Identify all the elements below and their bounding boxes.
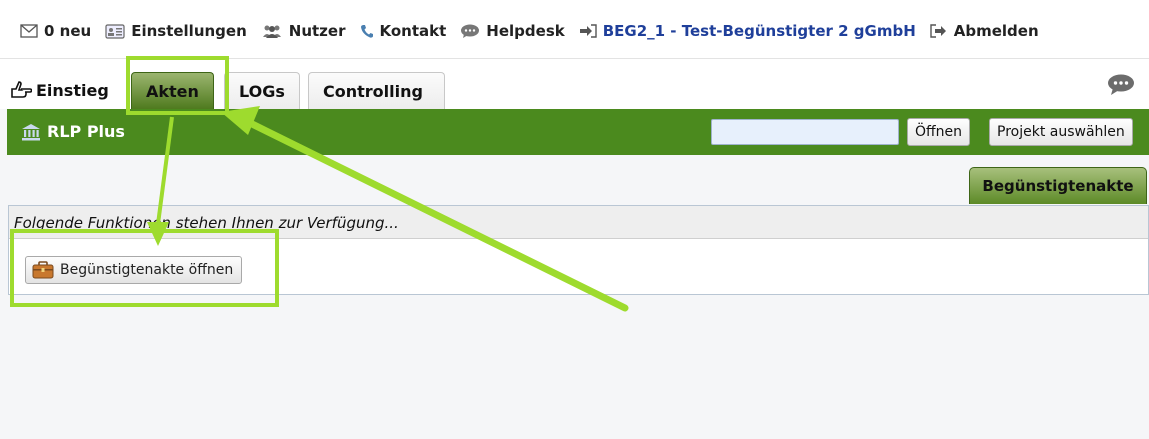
tab-label: LOGs	[239, 82, 285, 101]
current-user-label: BEG2_1 - Test-Begünstigter 2 gGmbH	[602, 22, 916, 40]
id-card-icon	[105, 23, 125, 39]
open-file-button[interactable]: Begünstigtenakte öffnen	[25, 256, 243, 284]
contact-link[interactable]: Kontakt	[360, 22, 447, 40]
functions-panel: Folgende Funktionen stehen Ihnen zur Ver…	[8, 205, 1149, 295]
settings-link[interactable]: Einstellungen	[105, 22, 247, 40]
messages-link[interactable]: 0 neu	[20, 22, 91, 40]
current-user-link[interactable]: BEG2_1 - Test-Begünstigter 2 gGmbH	[579, 22, 916, 40]
contact-label: Kontakt	[379, 22, 447, 40]
open-file-label: Begünstigtenakte öffnen	[60, 262, 234, 278]
chat-bubble-icon[interactable]	[1107, 74, 1135, 100]
logout-link[interactable]: Abmelden	[930, 22, 1039, 40]
envelope-icon	[20, 24, 38, 38]
users-link[interactable]: Nutzer	[261, 22, 346, 40]
tab-akten[interactable]: Akten	[131, 72, 214, 109]
project-search-input[interactable]	[711, 119, 899, 145]
logout-icon	[930, 24, 948, 38]
pointing-hand-icon	[10, 75, 33, 112]
tab-label: Controlling	[323, 82, 423, 101]
tab-label: Akten	[146, 82, 199, 101]
project-bar: RLP Plus Öffnen Projekt auswählen	[7, 109, 1149, 155]
panel-heading: Folgende Funktionen stehen Ihnen zur Ver…	[9, 206, 1148, 239]
chat-bubble-icon	[460, 24, 480, 39]
phone-icon	[360, 24, 374, 39]
project-title-label: RLP Plus	[47, 122, 125, 141]
helpdesk-label: Helpdesk	[486, 22, 565, 40]
helpdesk-link[interactable]: Helpdesk	[460, 22, 565, 40]
tab-beguenstigtenakte[interactable]: Begünstigtenakte	[969, 167, 1147, 204]
briefcase-icon	[32, 261, 54, 279]
top-navigation: 0 neu Einstellungen Nutzer Kontakt Helpd…	[20, 22, 1053, 40]
bank-icon	[21, 123, 41, 141]
select-project-button[interactable]: Projekt auswählen	[989, 118, 1133, 146]
project-title: RLP Plus	[21, 122, 125, 141]
open-button[interactable]: Öffnen	[907, 118, 971, 146]
login-arrow-icon	[579, 24, 597, 38]
top-bar: 0 neu Einstellungen Nutzer Kontakt Helpd…	[0, 0, 1149, 59]
settings-label: Einstellungen	[131, 22, 247, 40]
logout-label: Abmelden	[953, 22, 1039, 40]
tab-label: Einstieg	[36, 81, 109, 100]
users-label: Nutzer	[288, 22, 346, 40]
tab-controlling[interactable]: Controlling	[308, 72, 445, 109]
tab-einstieg[interactable]: Einstieg	[4, 72, 115, 109]
messages-label: 0 neu	[44, 22, 92, 40]
users-icon	[261, 24, 283, 39]
tab-logs[interactable]: LOGs	[224, 72, 300, 109]
